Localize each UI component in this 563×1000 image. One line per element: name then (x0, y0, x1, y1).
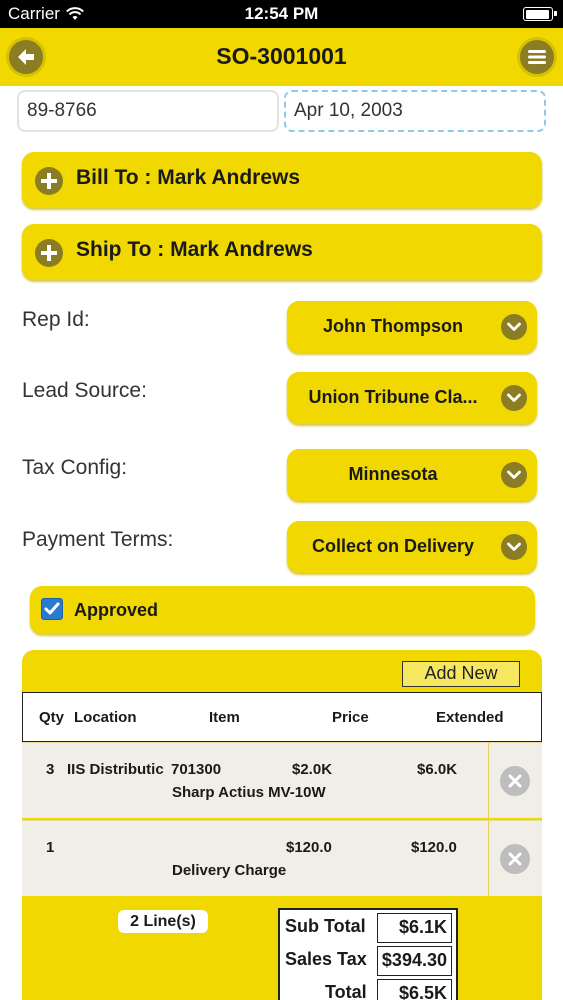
approved-checkbox[interactable] (41, 598, 63, 620)
expand-plus-icon (35, 239, 63, 267)
expand-plus-icon (35, 167, 63, 195)
tax-config-dropdown[interactable]: Minnesota (287, 449, 537, 501)
status-time: 12:54 PM (244, 4, 319, 23)
sub-total-value: $6.1K (377, 913, 452, 943)
ship-to-panel[interactable]: Ship To : Mark Andrews (22, 224, 542, 280)
lead-source-value: Union Tribune Cla... (308, 387, 478, 407)
total-label: Total (325, 982, 367, 1000)
row-extended: $6.0K (417, 761, 458, 778)
totals-box: Sub Total $6.1K Sales Tax $394.30 Total … (278, 908, 458, 1000)
delete-x-icon[interactable] (500, 844, 530, 874)
tax-config-label: Tax Config: (22, 456, 128, 479)
row-item: 701300 (171, 761, 222, 778)
chevron-down-icon (501, 385, 527, 411)
page-title: SO-3001001 (216, 43, 347, 69)
delete-cell (488, 821, 542, 896)
chevron-down-icon (501, 314, 527, 340)
rep-id-value: John Thompson (323, 316, 463, 336)
sub-total-label: Sub Total (285, 916, 366, 936)
column-item: Item (209, 709, 240, 726)
row-price: $2.0K (292, 761, 333, 778)
table-row[interactable]: 3 IIS Distributic 701300 $2.0K $6.0K Sha… (22, 742, 542, 818)
bill-to-panel[interactable]: Bill To : Mark Andrews (22, 152, 542, 208)
lead-source-dropdown[interactable]: Union Tribune Cla... (287, 372, 537, 424)
nav-bar: SO-3001001 (0, 28, 563, 86)
rep-id-dropdown[interactable]: John Thompson (287, 301, 537, 353)
add-new-button[interactable]: Add New (402, 661, 520, 687)
row-qty: 3 (46, 761, 55, 778)
screen: Carrier 12:54 PM SO-3001001 89-8766 Apr … (0, 0, 563, 1000)
column-qty: Qty (39, 709, 65, 726)
payment-terms-value: Collect on Delivery (311, 536, 475, 556)
row-qty: 1 (46, 839, 55, 856)
sales-tax-label: Sales Tax (285, 949, 367, 969)
delete-x-icon[interactable] (500, 766, 530, 796)
payment-terms-dropdown[interactable]: Collect on Delivery (287, 521, 537, 573)
battery-icon (523, 7, 557, 21)
lead-source-label: Lead Source: (22, 379, 147, 402)
line-count-badge: 2 Line(s) (118, 910, 208, 933)
row-location: IIS Distributic (67, 761, 164, 778)
customer-code-field[interactable]: 89-8766 (17, 90, 279, 132)
ship-to-label: Ship To : Mark Andrews (76, 238, 313, 261)
bill-to-label: Bill To : Mark Andrews (76, 166, 301, 189)
row-description: Delivery Charge (172, 862, 287, 879)
rep-id-label: Rep Id: (22, 308, 90, 331)
sales-tax-value: $394.30 (377, 946, 452, 976)
column-extended: Extended (436, 709, 504, 726)
chevron-down-icon (501, 534, 527, 560)
total-value: $6.5K (377, 979, 452, 1000)
tax-config-value: Minnesota (348, 464, 438, 484)
grid-header: Qty Location Item Price Extended (22, 692, 542, 742)
order-date-field[interactable]: Apr 10, 2003 (284, 90, 546, 132)
payment-terms-label: Payment Terms: (22, 528, 174, 551)
line-items-grid: Add New Qty Location Item Price Extended… (22, 650, 542, 1000)
delete-cell (488, 743, 542, 818)
status-bar: Carrier 12:54 PM (0, 0, 563, 28)
column-location: Location (74, 709, 137, 726)
approved-label: Approved (74, 600, 159, 620)
approved-panel: Approved (30, 586, 535, 634)
column-price: Price (332, 709, 369, 726)
menu-button[interactable] (520, 40, 554, 74)
table-row[interactable]: 1 $120.0 $120.0 Delivery Charge (22, 820, 542, 896)
row-price: $120.0 (286, 839, 332, 856)
chevron-down-icon (501, 462, 527, 488)
row-extended: $120.0 (411, 839, 457, 856)
row-description: Sharp Actius MV-10W (172, 784, 326, 801)
menu-icon (528, 50, 546, 64)
checkmark-icon (44, 602, 60, 615)
